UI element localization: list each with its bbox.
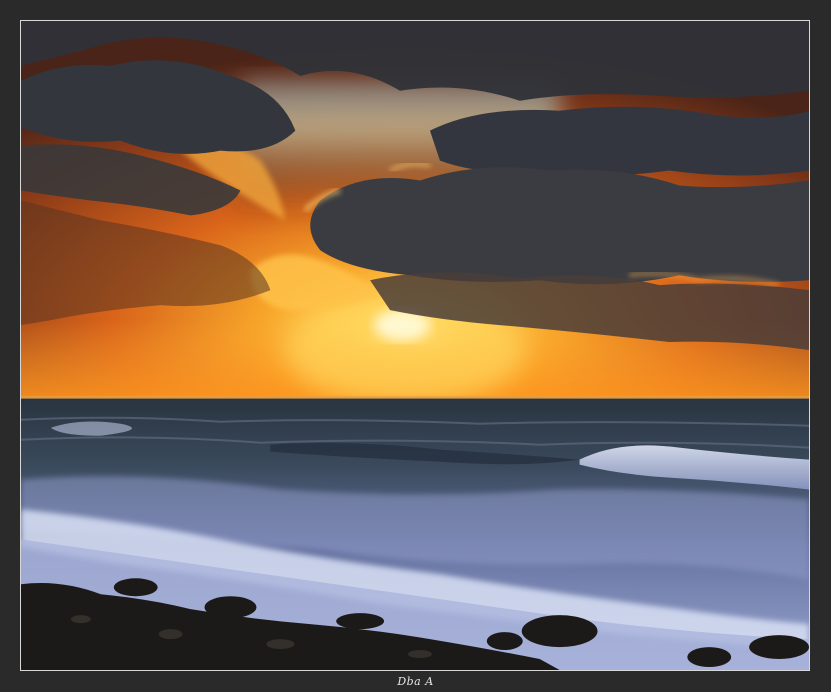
photo-frame: Dba A <box>0 0 831 692</box>
sunset-seascape-image <box>21 21 809 670</box>
sunset-photo <box>20 20 810 671</box>
photographer-signature: Dba A <box>397 675 434 688</box>
